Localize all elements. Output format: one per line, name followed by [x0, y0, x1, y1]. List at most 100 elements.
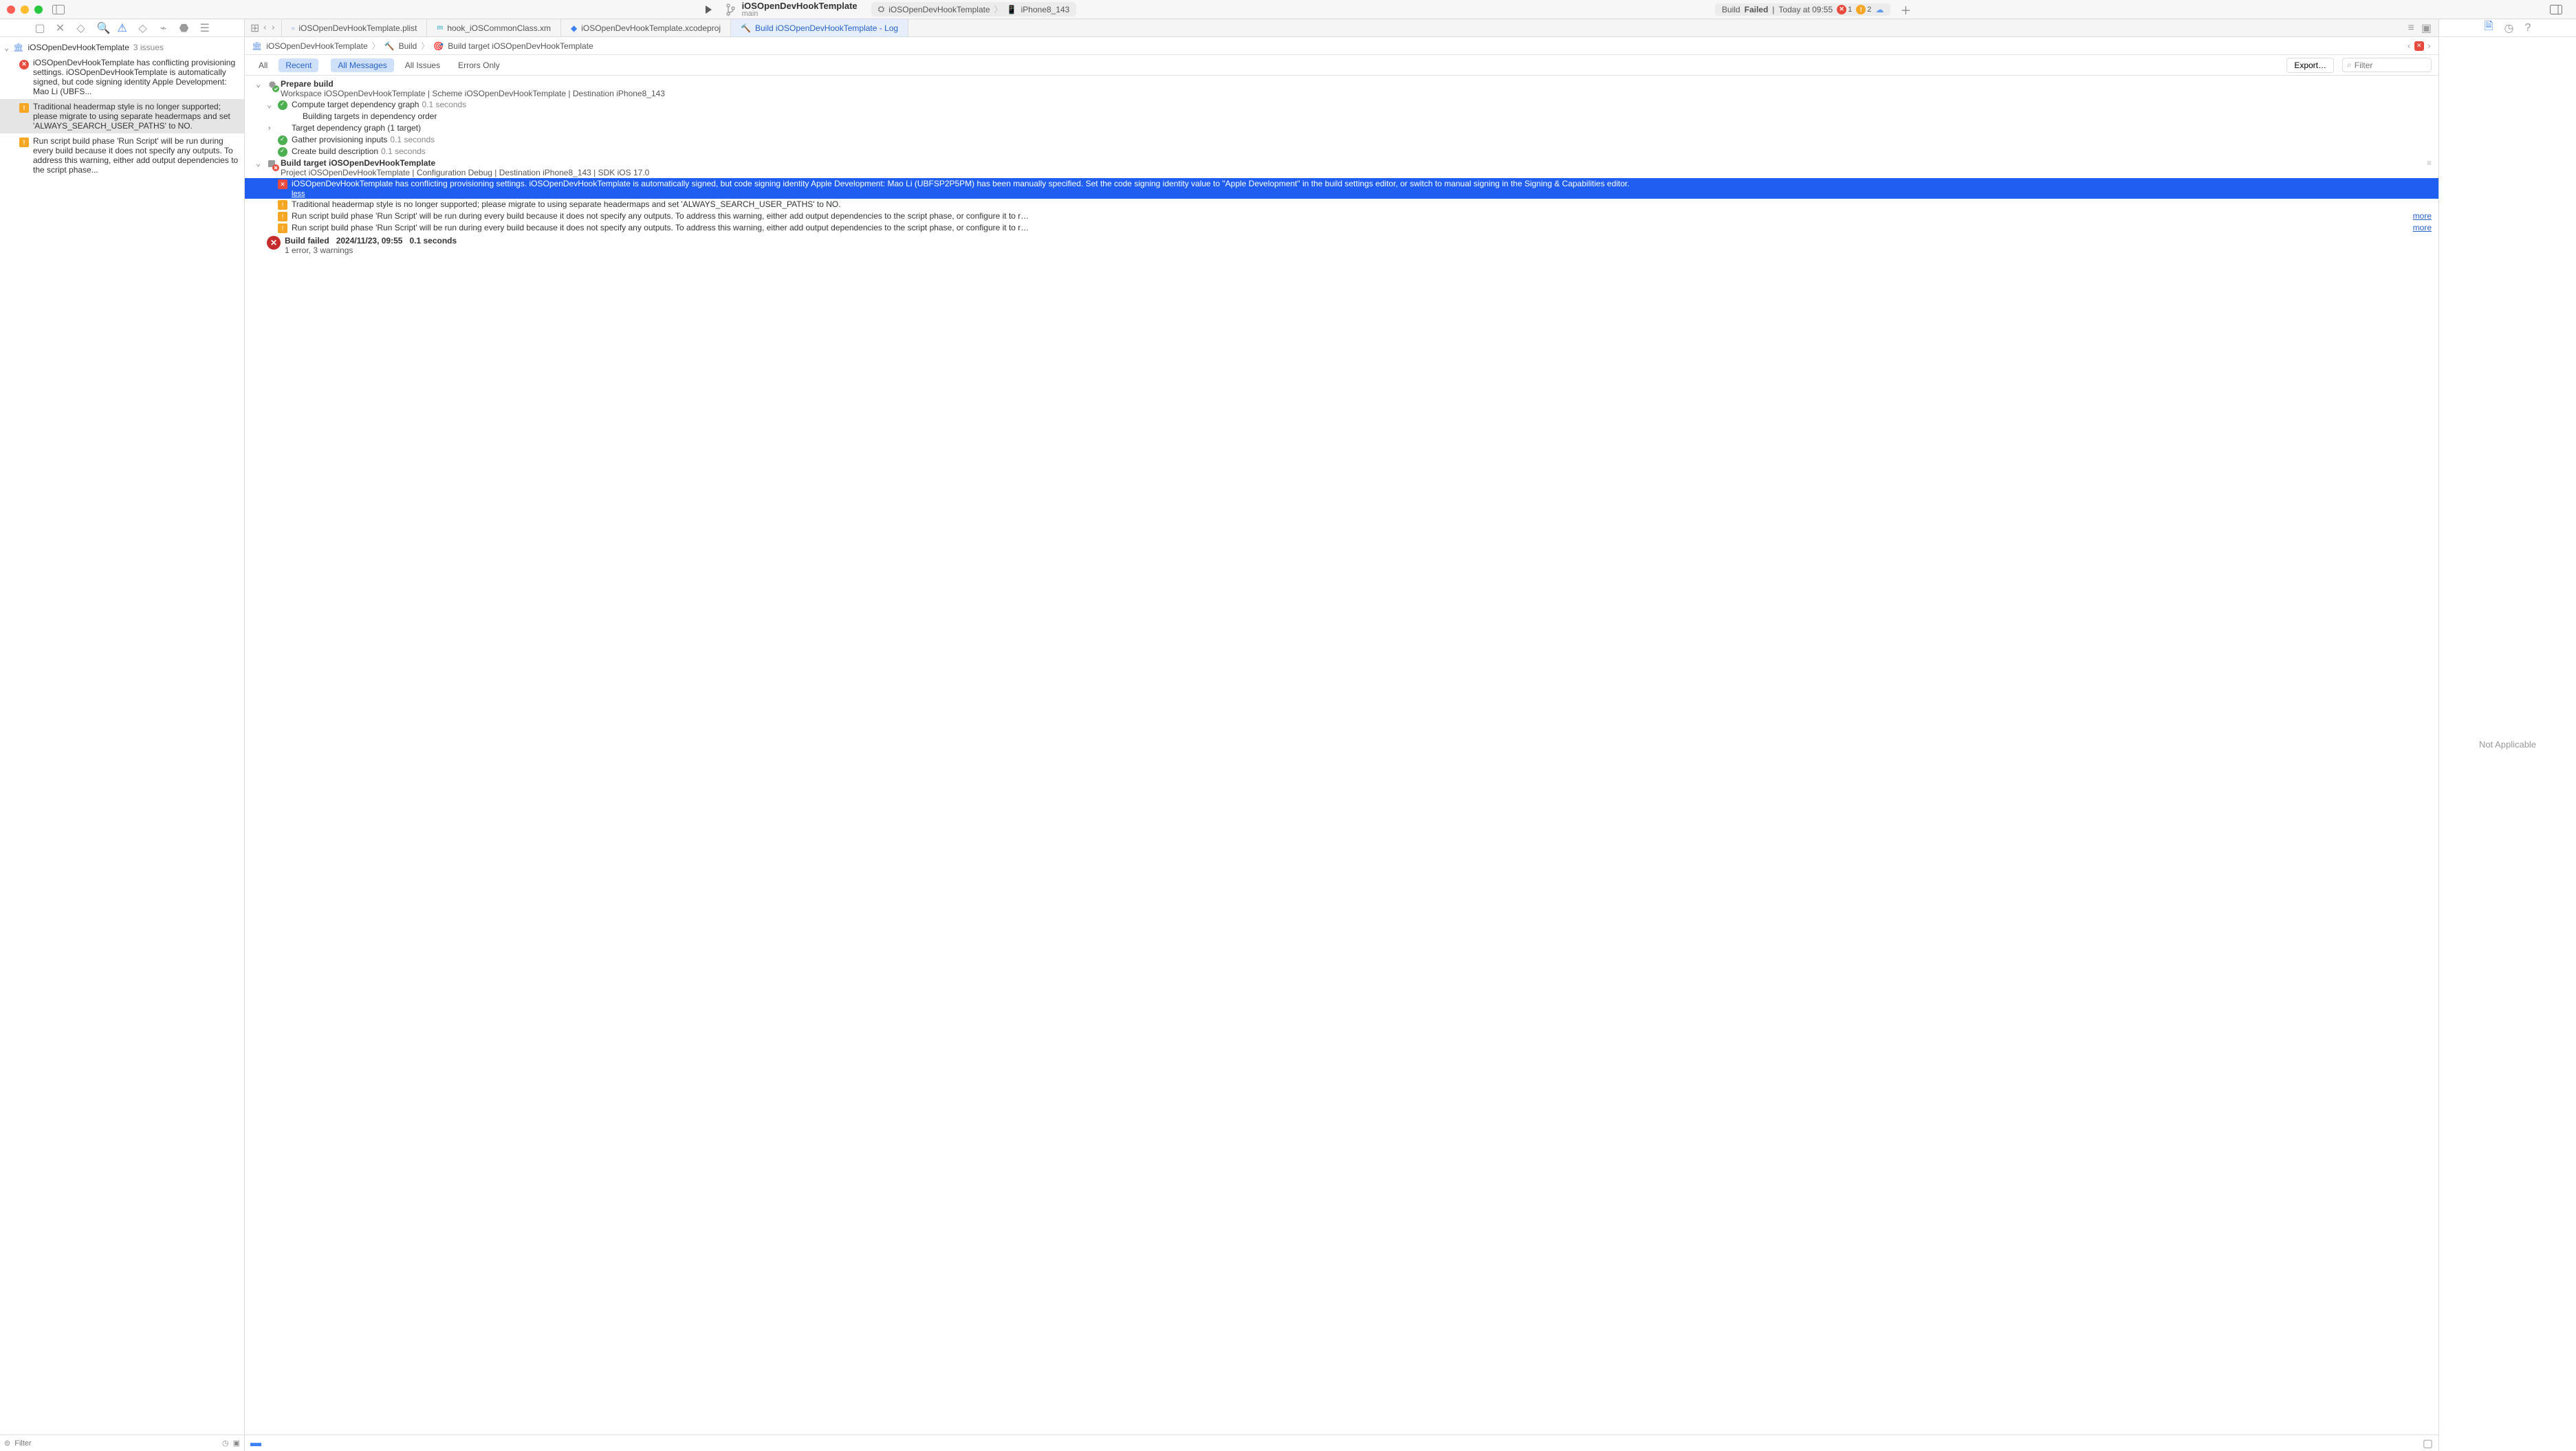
- project-issues-header[interactable]: ⌄ 🏛 iOSOpenDevHookTemplate 3 issues: [0, 40, 244, 55]
- navigator-tab-bar: ▢ ✕ ◇ 🔍 ⚠︎ ◇ ⌁ ⬣ ☰: [0, 19, 244, 37]
- building-targets-row[interactable]: Building targets in dependency order: [245, 111, 2438, 122]
- scope-filter-icon[interactable]: ▣: [233, 1439, 240, 1448]
- zoom-window-button[interactable]: [34, 6, 43, 14]
- issue-item-warning[interactable]: ! Run script build phase 'Run Script' wi…: [0, 133, 244, 177]
- close-window-button[interactable]: [7, 6, 15, 14]
- build-failed-summary[interactable]: ✕ Build failed 2024/11/23, 09:55 0.1 sec…: [245, 235, 2438, 256]
- crumb-target[interactable]: Build target iOSOpenDevHookTemplate: [448, 41, 593, 51]
- project-navigator-icon[interactable]: ▢: [35, 21, 45, 35]
- filter-all-issues[interactable]: All Issues: [398, 58, 447, 72]
- warning-icon: !: [278, 212, 287, 221]
- export-button[interactable]: Export…: [2286, 58, 2334, 73]
- warning-badge[interactable]: !2: [1856, 5, 1871, 14]
- history-inspector-icon[interactable]: ◷: [2504, 21, 2514, 35]
- error-icon: ✕: [1837, 5, 1846, 14]
- issue-item-warning-selected[interactable]: ! Traditional headermap style is no long…: [0, 99, 244, 133]
- back-button[interactable]: ‹: [262, 23, 268, 33]
- less-link[interactable]: less: [292, 190, 2432, 198]
- debug-area-bar: ▬ ▢: [245, 1434, 2438, 1451]
- breakpoint-navigator-icon[interactable]: ⬣: [179, 21, 189, 35]
- log-duration: 0.1 seconds: [381, 146, 426, 156]
- tab-plist[interactable]: ▫︎ iOSOpenDevHookTemplate.plist: [282, 19, 427, 36]
- jump-bar[interactable]: 🏛 iOSOpenDevHookTemplate 〉 🔨 Build 〉 🎯 B…: [245, 37, 2438, 55]
- scheme-name: iOSOpenDevHookTemplate: [742, 1, 858, 10]
- library-button[interactable]: [2550, 5, 2562, 14]
- forward-button[interactable]: ›: [270, 23, 276, 33]
- editor-area: ⊞ ‹ › ▫︎ iOSOpenDevHookTemplate.plist m …: [245, 19, 2438, 1451]
- chevron-down-icon[interactable]: ⌄: [256, 158, 263, 168]
- file-inspector-icon[interactable]: 🗎: [2485, 19, 2493, 37]
- scheme-selector[interactable]: iOSOpenDevHookTemplate main: [723, 1, 858, 18]
- chevron-right-icon[interactable]: ›: [267, 123, 274, 133]
- log-error-selected[interactable]: ✕ iOSOpenDevHookTemplate has conflicting…: [245, 178, 2438, 199]
- activity-status[interactable]: Build Failed | Today at 09:55 ✕1 !2 ☁︎: [1715, 3, 1890, 16]
- build-target-header[interactable]: ⌄ Build target iOSOpenDevHookTemplate Pr…: [245, 157, 2438, 178]
- build-log[interactable]: ⌄ Prepare build Workspace iOSOpenDevHook…: [245, 76, 2438, 1434]
- navigator-filter-input[interactable]: [14, 1439, 218, 1448]
- filter-errors-only[interactable]: Errors Only: [451, 58, 507, 72]
- find-navigator-icon[interactable]: 🔍: [97, 21, 107, 35]
- log-warning-2[interactable]: ! Run script build phase 'Run Script' wi…: [245, 210, 2438, 222]
- log-warning-3[interactable]: ! Run script build phase 'Run Script' wi…: [245, 222, 2438, 234]
- filter-all[interactable]: All: [252, 58, 274, 72]
- prev-issue-button[interactable]: ‹: [2407, 41, 2412, 51]
- debug-filter-icon[interactable]: ▬: [250, 1437, 261, 1450]
- filter-recent[interactable]: Recent: [279, 58, 318, 72]
- more-link[interactable]: more: [2413, 211, 2432, 221]
- prepare-build-header[interactable]: ⌄ Prepare build Workspace iOSOpenDevHook…: [245, 78, 2438, 99]
- sidebar-toggle-icon[interactable]: [52, 5, 65, 14]
- create-desc-row[interactable]: Create build description0.1 seconds: [245, 146, 2438, 157]
- gather-row[interactable]: Gather provisioning inputs0.1 seconds: [245, 134, 2438, 146]
- chevron-down-icon[interactable]: ⌄: [4, 43, 9, 52]
- issue-item-error[interactable]: ✕ iOSOpenDevHookTemplate has conflicting…: [0, 55, 244, 99]
- issue-stepper-error-icon[interactable]: ✕: [2414, 41, 2424, 51]
- chevron-down-icon[interactable]: ⌄: [256, 79, 263, 89]
- more-link[interactable]: more: [2413, 223, 2432, 232]
- tab-xm[interactable]: m hook_iOSCommonClass.xm: [427, 19, 561, 36]
- build-failed-counts: 1 error, 3 warnings: [285, 246, 353, 255]
- recent-filter-icon[interactable]: ◷: [222, 1439, 229, 1448]
- run-button[interactable]: [703, 5, 713, 14]
- debug-area-toggle-icon[interactable]: ▢: [2423, 1437, 2433, 1450]
- titlebar: iOSOpenDevHookTemplate main ⛭ iOSOpenDev…: [0, 0, 2576, 19]
- add-editor-button[interactable]: ＋: [1900, 1, 1911, 18]
- issue-text: Run script build phase 'Run Script' will…: [33, 136, 240, 175]
- related-items-icon[interactable]: ⊞: [250, 21, 259, 35]
- debug-navigator-icon[interactable]: ⌁: [159, 21, 168, 35]
- target-graph-row[interactable]: › Target dependency graph (1 target): [245, 122, 2438, 134]
- error-badge[interactable]: ✕1: [1837, 5, 1852, 14]
- filter-scope-icon[interactable]: ⊜: [4, 1439, 10, 1448]
- compute-dep-row[interactable]: ⌄ Compute target dependency graph0.1 sec…: [245, 99, 2438, 111]
- filter-all-messages[interactable]: All Messages: [331, 58, 393, 72]
- chevron-right-icon: 〉: [372, 40, 380, 52]
- tabbar-tools: ≡ ▣: [2401, 19, 2438, 36]
- editor-options-icon[interactable]: ▣: [2421, 21, 2432, 35]
- chevron-down-icon[interactable]: ⌄: [267, 100, 274, 109]
- crumb-project[interactable]: iOSOpenDevHookTemplate: [266, 41, 367, 51]
- row-menu-icon[interactable]: ≡: [2427, 158, 2432, 168]
- bookmark-navigator-icon[interactable]: ◇: [76, 21, 86, 35]
- test-navigator-icon[interactable]: ◇: [138, 21, 148, 35]
- editor-mode-list-icon[interactable]: ≡: [2408, 22, 2414, 34]
- issue-navigator-icon[interactable]: ⚠︎: [118, 21, 127, 35]
- report-navigator-icon[interactable]: ☰: [200, 21, 210, 35]
- tab-label: iOSOpenDevHookTemplate.xcodeproj: [581, 23, 721, 33]
- help-inspector-icon[interactable]: ?: [2524, 22, 2531, 34]
- log-filter-input[interactable]: [2355, 61, 2427, 70]
- crumb-build[interactable]: Build: [399, 41, 417, 51]
- prepare-subtitle: Workspace iOSOpenDevHookTemplate | Schem…: [281, 89, 665, 98]
- status-separator: |: [1772, 5, 1774, 14]
- success-icon: [278, 100, 287, 110]
- log-warning-1[interactable]: ! Traditional headermap style is no long…: [245, 199, 2438, 210]
- cloud-status-icon[interactable]: ☁︎: [1875, 5, 1884, 14]
- issue-tree[interactable]: ⌄ 🏛 iOSOpenDevHookTemplate 3 issues ✕ iO…: [0, 37, 244, 1434]
- source-control-navigator-icon[interactable]: ✕: [56, 21, 65, 35]
- tab-xcodeproj[interactable]: ◆ iOSOpenDevHookTemplate.xcodeproj: [561, 19, 731, 36]
- run-destination[interactable]: ⛭ iOSOpenDevHookTemplate 〉 📱 iPhone8_143: [871, 2, 1077, 17]
- log-filter-field[interactable]: ⌕: [2342, 58, 2432, 72]
- log-text: Run script build phase 'Run Script' will…: [292, 211, 1029, 221]
- next-issue-button[interactable]: ›: [2427, 41, 2432, 51]
- minimize-window-button[interactable]: [21, 6, 29, 14]
- tab-build-log[interactable]: 🔨 Build iOSOpenDevHookTemplate - Log: [731, 19, 908, 36]
- build-failed-label: Build failed: [285, 236, 329, 246]
